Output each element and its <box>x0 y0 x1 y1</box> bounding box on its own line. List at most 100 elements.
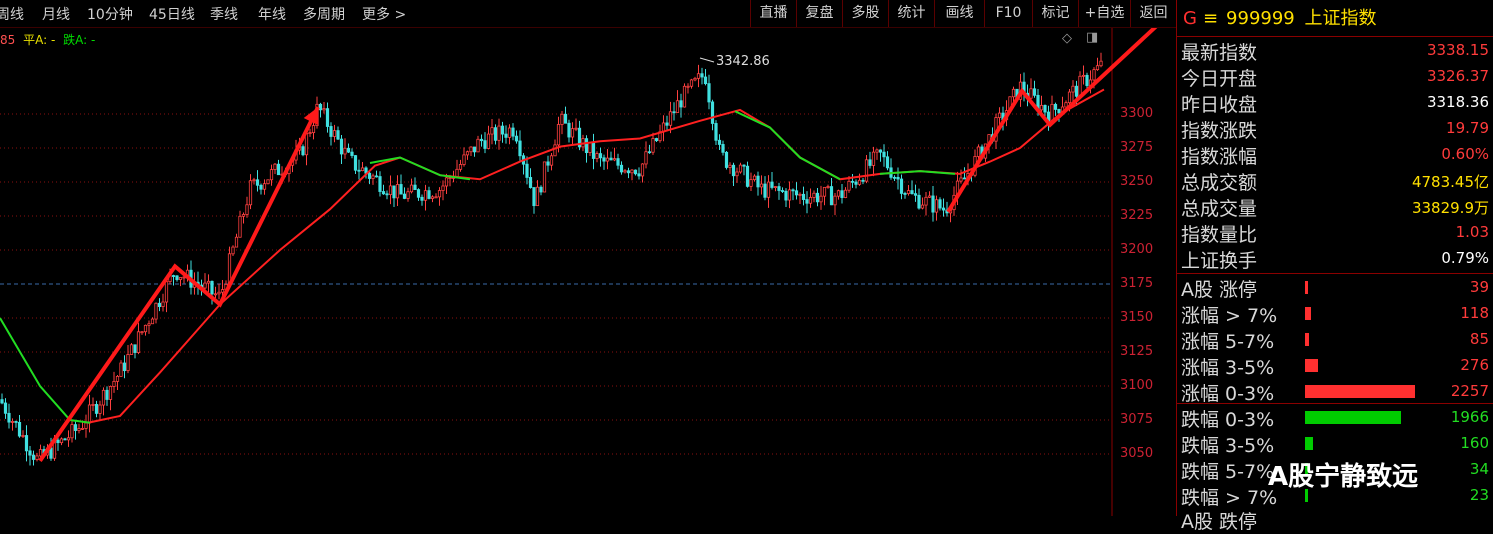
candle-body <box>553 144 557 157</box>
candle-body <box>962 177 967 180</box>
candle-body <box>28 450 32 456</box>
candle-body <box>238 215 242 238</box>
candle-body <box>336 130 340 140</box>
candle-body <box>868 159 872 166</box>
candle-body <box>570 128 575 138</box>
quote-label: 最新指数 <box>1181 42 1258 64</box>
breadth-row: 跌幅 0-3% 1966 <box>1181 405 1491 431</box>
quote-label: 昨日收盘 <box>1181 94 1258 116</box>
breadth-value: 276 <box>1460 356 1489 374</box>
candle-body <box>1043 104 1047 113</box>
candle-body <box>129 344 134 355</box>
candle-body <box>798 193 802 196</box>
peak-label: 3342.86 <box>716 54 770 69</box>
candle-body <box>266 179 270 185</box>
quote-label: 总成交量 <box>1181 198 1258 220</box>
candle-body <box>493 127 498 141</box>
live-button[interactable]: 直播 <box>750 0 796 27</box>
candle-body <box>717 139 722 145</box>
quote-row: 最新指数 3338.15 <box>1181 38 1491 64</box>
candle-body <box>444 177 449 187</box>
breadth-bar <box>1305 411 1401 424</box>
candle-body <box>395 184 400 199</box>
candle-body <box>1057 109 1061 114</box>
candle-body <box>770 181 774 188</box>
candle-body <box>903 193 907 195</box>
multi-stock-button[interactable]: 多股 <box>842 0 888 27</box>
candle-body <box>483 140 487 149</box>
candle-body <box>959 177 963 182</box>
candle-body <box>437 190 442 198</box>
candle-body <box>217 291 221 295</box>
tab-monthly[interactable]: 月线 <box>42 4 70 24</box>
candle-body <box>87 404 92 424</box>
quote-row: 总成交额 4783.45亿 <box>1181 168 1491 194</box>
tab-multi-period[interactable]: 多周期 <box>303 4 345 24</box>
row-label: A股 跌停 <box>1181 511 1258 533</box>
stock-code: 999999 <box>1226 8 1295 29</box>
candle-body <box>668 111 673 126</box>
breadth-row: 涨幅 > 7% 118 <box>1181 301 1491 327</box>
breadth-row: 涨幅 0-3% 2257 <box>1181 379 1491 405</box>
candle-body <box>672 111 676 114</box>
candle-body <box>329 126 333 137</box>
candle-body <box>1071 85 1075 93</box>
candle-body <box>703 76 708 85</box>
limit-down-row: A股 跌停 <box>1181 507 1491 533</box>
candle-body <box>276 163 281 176</box>
candle-body <box>462 154 466 165</box>
candle-body <box>14 421 18 423</box>
candle-body <box>1032 88 1037 96</box>
candle-body <box>154 302 158 320</box>
candlestick-chart[interactable]: 85 平A: - 跌A: - ◇ ◨ 3342.86 3300 3275 3250 3… <box>0 28 1176 516</box>
candle-body <box>696 73 701 79</box>
add-watchlist-button[interactable]: +自选 <box>1078 0 1130 27</box>
candle-body <box>388 185 393 195</box>
candle-body <box>619 164 624 173</box>
breadth-row: 涨幅 3-5% 276 <box>1181 353 1491 379</box>
y-tick-label: 3075 <box>1120 412 1154 427</box>
statistics-button[interactable]: 统计 <box>888 0 934 27</box>
candle-body <box>1011 88 1016 98</box>
breadth-value: 34 <box>1469 460 1489 478</box>
candle-body <box>504 133 508 138</box>
breadth-label: 跌幅 5-7% <box>1181 461 1275 483</box>
quote-value: 19.79 <box>1446 119 1489 137</box>
candle-body <box>679 100 683 108</box>
candle-body <box>486 133 491 149</box>
g-marker: G <box>1183 8 1197 29</box>
quote-value: 0.79% <box>1441 249 1489 267</box>
candle-body <box>101 389 106 406</box>
tab-quarterly[interactable]: 季线 <box>210 4 238 24</box>
candle-body <box>539 186 543 193</box>
candle-body <box>322 108 326 111</box>
menu-icon[interactable]: ≡ <box>1203 8 1218 29</box>
f10-button[interactable]: F10 <box>984 0 1032 27</box>
candle-body <box>1078 75 1082 97</box>
candle-body <box>882 151 886 158</box>
breadth-label: A股 涨停 <box>1181 279 1258 301</box>
breadth-label: 跌幅 0-3% <box>1181 409 1275 431</box>
candle-body <box>871 151 876 166</box>
candle-body <box>1064 102 1068 108</box>
breadth-row: A股 涨停 39 <box>1181 275 1491 301</box>
candle-body <box>567 122 571 138</box>
tab-more[interactable]: 更多 > <box>362 4 406 24</box>
candle-body <box>934 199 939 213</box>
candle-body <box>777 186 781 191</box>
back-button[interactable]: 返回 <box>1130 0 1176 27</box>
y-tick-label: 3300 <box>1120 106 1154 121</box>
tab-45day[interactable]: 45日线 <box>149 4 195 24</box>
draw-line-button[interactable]: 画线 <box>934 0 984 27</box>
candle-body <box>420 196 424 201</box>
breadth-label: 涨幅 > 7% <box>1181 305 1278 327</box>
tab-weekly[interactable]: 周线 <box>0 4 24 24</box>
candle-body <box>115 375 120 382</box>
tab-10min[interactable]: 10分钟 <box>87 4 133 24</box>
replay-button[interactable]: 复盘 <box>796 0 842 27</box>
quote-value: 3326.37 <box>1426 67 1489 85</box>
mark-button[interactable]: 标记 <box>1032 0 1078 27</box>
candle-body <box>833 195 837 206</box>
candle-body <box>339 138 344 155</box>
tab-yearly[interactable]: 年线 <box>258 4 286 24</box>
